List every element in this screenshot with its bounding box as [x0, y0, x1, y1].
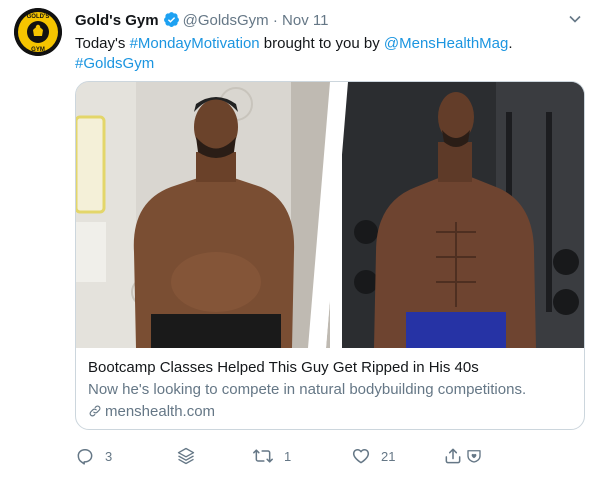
card-body: Bootcamp Classes Helped This Guy Get Rip…	[88, 358, 572, 422]
shield-heart-icon	[467, 450, 481, 463]
hashtag-link[interactable]: #GoldsGym	[75, 55, 154, 72]
card-domain: menshealth.com	[88, 402, 572, 422]
verified-badge-icon	[163, 11, 180, 34]
timestamp[interactable]: Nov 11	[282, 12, 328, 29]
card-domain-text: menshealth.com	[105, 403, 216, 420]
svg-text:GOLD'S: GOLD'S	[27, 14, 50, 20]
link-card[interactable]: Bootcamp Classes Helped This Guy Get Rip…	[75, 81, 585, 430]
handle[interactable]: @GoldsGym	[183, 12, 269, 29]
reply-button[interactable]: 3	[75, 443, 112, 469]
reply-icon	[77, 449, 93, 465]
display-name[interactable]: Gold's Gym	[75, 12, 159, 29]
retweet-count: 1	[284, 448, 292, 464]
retweet-icon	[253, 449, 273, 463]
heart-icon	[352, 449, 370, 464]
link-icon	[89, 405, 101, 417]
separator: ·	[272, 12, 278, 29]
retweet-button[interactable]: 1	[252, 443, 291, 469]
tweet-text: Today's #MondayMotivation brought to you…	[75, 34, 575, 74]
reply-count: 3	[105, 448, 113, 464]
tweet[interactable]: GOLD'S GYM Gold's Gym @GoldsGym · Nov 11 …	[0, 0, 601, 483]
dm-share-button[interactable]	[465, 443, 483, 469]
stack-icon	[177, 447, 195, 465]
stack-button[interactable]	[176, 443, 196, 469]
golds-gym-logo: GOLD'S GYM	[14, 8, 62, 56]
share-button[interactable]	[443, 443, 463, 469]
action-bar: 3 1 21	[75, 443, 495, 469]
hashtag-link[interactable]: #MondayMotivation	[130, 35, 260, 52]
text-segment: brought to you by	[259, 35, 384, 52]
avatar[interactable]: GOLD'S GYM	[14, 8, 62, 56]
card-image[interactable]	[76, 82, 584, 348]
chevron-down-icon[interactable]	[568, 12, 582, 26]
text-segment: .	[508, 35, 513, 52]
mention-link[interactable]: @MensHealthMag	[384, 35, 508, 52]
card-description: Now he's looking to compete in natural b…	[88, 381, 527, 398]
svg-text:GYM: GYM	[31, 47, 45, 53]
share-icon	[445, 448, 461, 464]
text-segment: Today's	[75, 35, 130, 52]
card-title[interactable]: Bootcamp Classes Helped This Guy Get Rip…	[88, 358, 572, 378]
like-button[interactable]: 21	[351, 443, 395, 469]
tweet-header: Gold's Gym @GoldsGym · Nov 11	[75, 11, 561, 34]
like-count: 21	[381, 448, 396, 464]
